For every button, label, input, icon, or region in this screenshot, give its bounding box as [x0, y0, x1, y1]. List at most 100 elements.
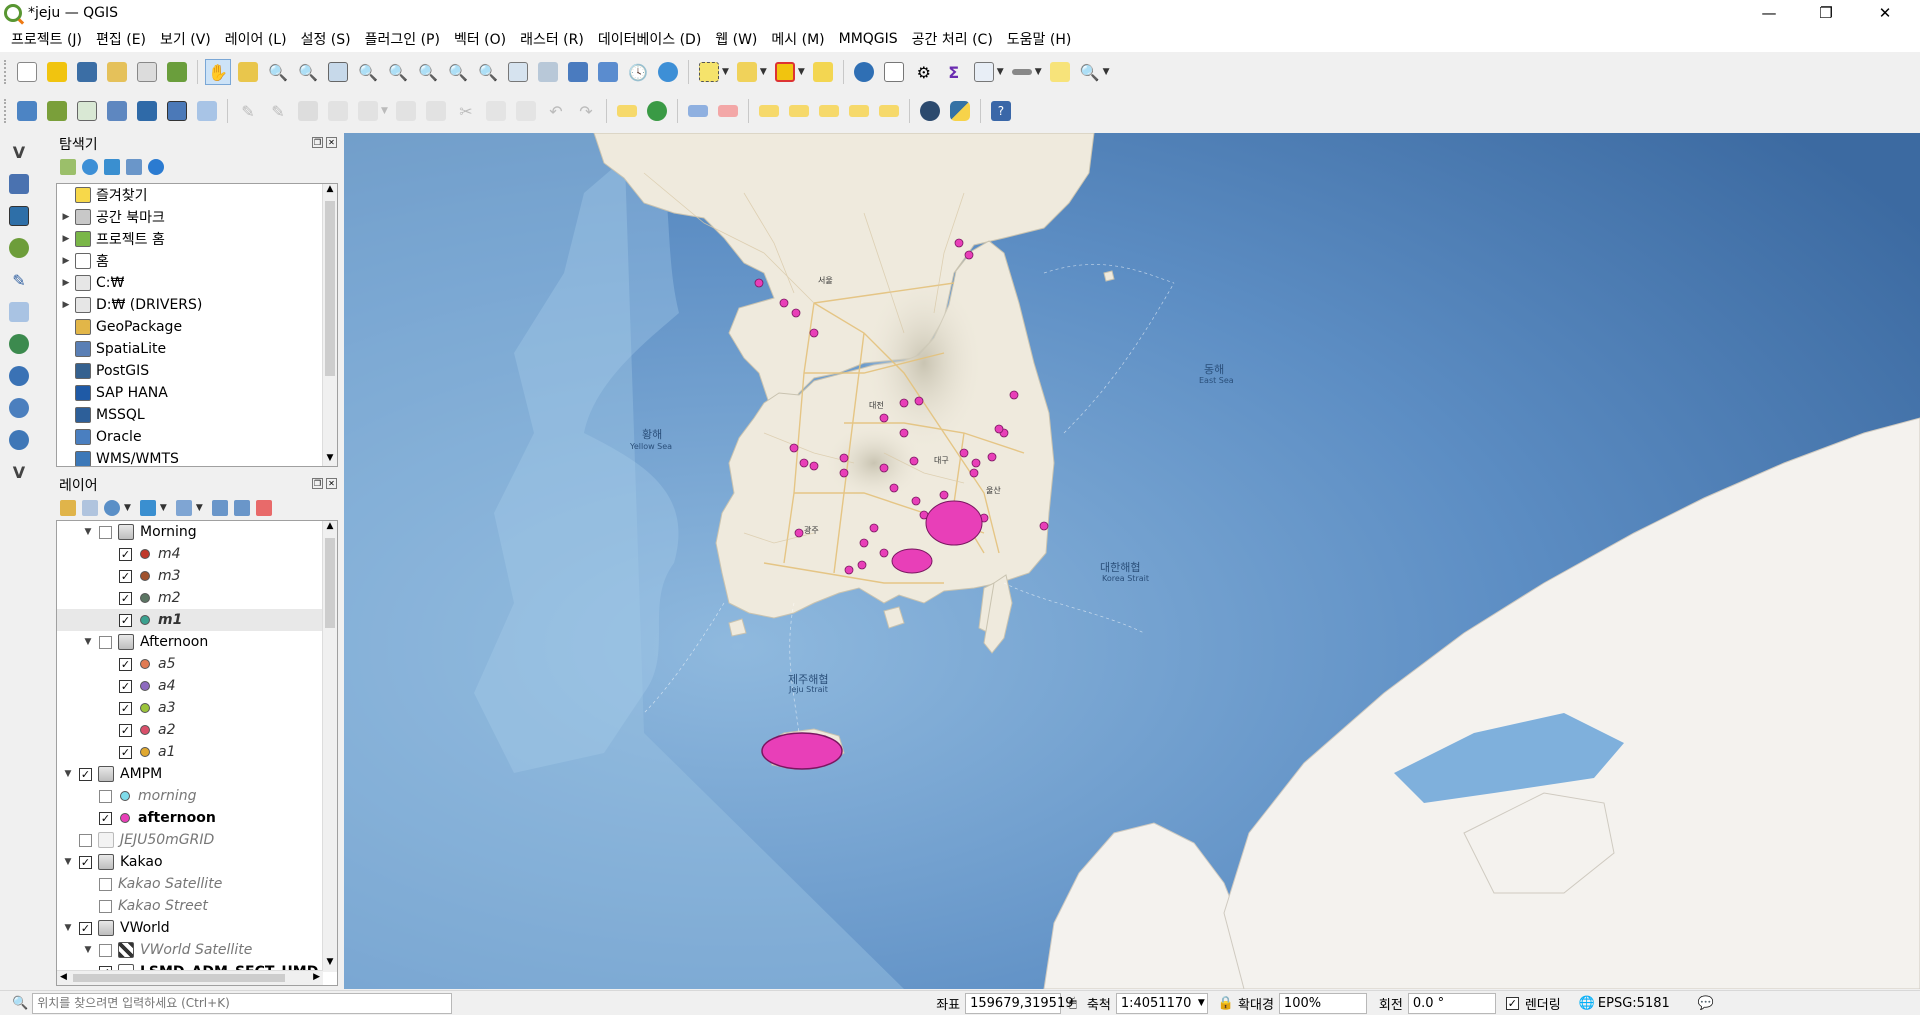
layer-item[interactable]: ▼ ✓ VWorld [57, 917, 337, 939]
layer-item[interactable]: ✓ a4 [57, 675, 337, 697]
new-map-view-icon[interactable] [505, 59, 531, 85]
layer-visibility-checkbox[interactable] [99, 899, 112, 913]
diagram-options-icon[interactable] [644, 98, 670, 124]
browser-item[interactable]: WMS/WMTS [57, 448, 337, 466]
rotate-label-icon[interactable] [846, 98, 872, 124]
manage-visibility-icon[interactable] [104, 500, 120, 516]
select-by-value-icon[interactable] [734, 59, 760, 85]
add-wfs-icon[interactable] [6, 331, 32, 357]
attribute-table-icon[interactable] [881, 59, 907, 85]
pan-hand-icon[interactable]: ✋ [205, 59, 231, 85]
layer-visibility-checkbox[interactable]: ✓ [119, 547, 132, 561]
menu-database[interactable]: 데이터베이스 (D) [591, 29, 708, 49]
locator-search-input[interactable] [32, 992, 453, 1014]
layer-visibility-checkbox[interactable] [99, 789, 112, 803]
magnifier-field[interactable]: 100% [1278, 992, 1367, 1014]
layer-visibility-checkbox[interactable]: ✓ [79, 921, 92, 935]
float-layers-icon[interactable]: ❐ [312, 478, 323, 489]
add-spatialite-icon[interactable]: ✎ [6, 267, 32, 293]
zoom-native-icon[interactable]: 🔍 [415, 59, 441, 85]
save-project-icon[interactable] [74, 59, 100, 85]
browser-item[interactable]: 즐겨찾기 [57, 184, 337, 206]
new-vector-layer-icon[interactable]: V [6, 459, 32, 485]
browser-item[interactable]: ▶ 프로젝트 홈 [57, 228, 337, 250]
add-delimited-text-icon[interactable]: V [6, 139, 32, 165]
layer-item[interactable]: JEJU50mGRID [57, 829, 337, 851]
coord-toggle-icon[interactable]: 🖱 [1069, 996, 1077, 1011]
add-vector-layer-icon[interactable] [14, 98, 40, 124]
browser-item[interactable]: Oracle [57, 426, 337, 448]
browser-item[interactable]: ▶ D:₩ (DRIVERS) [57, 294, 337, 316]
add-virtual-icon[interactable] [6, 299, 32, 325]
menu-view[interactable]: 보기 (V) [153, 29, 218, 49]
menu-mesh[interactable]: 메시 (M) [764, 29, 831, 49]
add-virtual-layer-icon[interactable] [194, 98, 220, 124]
locator-plugin-icon[interactable]: 🔍 [1077, 59, 1103, 85]
layer-visibility-checkbox[interactable] [79, 833, 92, 847]
statistics-sum-icon[interactable]: Σ [941, 59, 967, 85]
digitize-icon[interactable] [104, 98, 130, 124]
layer-item[interactable]: ✓ m1 [57, 609, 337, 631]
print-layout-icon[interactable] [134, 59, 160, 85]
browser-item[interactable]: ▶ 공간 북마크 [57, 206, 337, 228]
layer-visibility-checkbox[interactable]: ✓ [119, 723, 132, 737]
layer-item[interactable]: ▼ ✓ Kakao [57, 851, 337, 873]
add-selected-layers-icon[interactable] [60, 159, 76, 175]
pin-label-icon[interactable] [756, 98, 782, 124]
filter-legend-icon[interactable] [139, 500, 156, 516]
highlight-pinned-labels-icon[interactable] [685, 98, 711, 124]
lock-scale-icon[interactable]: 🔒 [1218, 996, 1234, 1011]
layer-visibility-checkbox[interactable]: ✓ [119, 745, 132, 759]
expand-arrow-icon[interactable]: ▼ [63, 923, 73, 933]
layer-visibility-checkbox[interactable]: ✓ [79, 855, 92, 869]
layer-item[interactable]: ✓ m3 [57, 565, 337, 587]
open-styling-icon[interactable] [60, 500, 76, 516]
add-gps-icon[interactable] [6, 235, 32, 261]
layer-item[interactable]: ✓ a3 [57, 697, 337, 719]
properties-icon[interactable] [148, 159, 164, 175]
quickmapservices-icon[interactable] [917, 98, 943, 124]
menu-vector[interactable]: 벡터 (O) [447, 29, 513, 49]
layer-visibility-checkbox[interactable] [99, 943, 112, 957]
zoom-selection-icon[interactable]: 🔍 [355, 59, 381, 85]
browser-scrollbar[interactable]: ▲ ▼ [322, 184, 337, 466]
zoom-full-icon[interactable] [325, 59, 351, 85]
expand-arrow-icon[interactable]: ▶ [61, 278, 71, 288]
menu-layer[interactable]: 레이어 (L) [218, 29, 294, 49]
show-bookmarks-icon[interactable] [595, 59, 621, 85]
zoom-out-icon[interactable]: 🔍 [295, 59, 321, 85]
zoom-last-icon[interactable]: 🔍 [445, 59, 471, 85]
menu-raster[interactable]: 래스터 (R) [513, 29, 591, 49]
layer-visibility-checkbox[interactable]: ✓ [99, 811, 112, 825]
processing-toolbox-icon[interactable]: ⚙ [911, 59, 937, 85]
layer-item[interactable]: Kakao Satellite [57, 873, 337, 895]
collapse-all-icon[interactable] [126, 159, 142, 175]
layer-visibility-checkbox[interactable] [99, 635, 112, 649]
layers-scrollbar[interactable]: ▲ ▼ [322, 521, 337, 972]
layers-hscrollbar[interactable]: ◀ ▶ [57, 970, 323, 985]
refresh-browser-icon[interactable] [82, 159, 98, 175]
filter-expression-icon[interactable] [175, 500, 192, 516]
rotation-field[interactable]: 0.0 ° [1407, 992, 1496, 1014]
expand-all-icon[interactable] [211, 500, 228, 516]
layer-item[interactable]: Kakao Street [57, 895, 337, 917]
menu-settings[interactable]: 설정 (S) [294, 29, 358, 49]
menu-web[interactable]: 웹 (W) [708, 29, 764, 49]
zoom-layer-icon[interactable]: 🔍 [385, 59, 411, 85]
expand-arrow-icon[interactable]: ▶ [61, 212, 71, 222]
close-button[interactable]: ✕ [1862, 0, 1908, 26]
add-group-icon[interactable] [82, 500, 98, 516]
identify-icon[interactable] [851, 59, 877, 85]
browser-item[interactable]: SpatiaLite [57, 338, 337, 360]
refresh-icon[interactable] [655, 59, 681, 85]
browser-item[interactable]: SAP HANA [57, 382, 337, 404]
layer-item[interactable]: morning [57, 785, 337, 807]
layer-item[interactable]: ▼ VWorld Satellite [57, 939, 337, 961]
layer-item[interactable]: ▼ ✓ AMPM [57, 763, 337, 785]
new-3d-view-icon[interactable] [535, 59, 561, 85]
new-bookmark-icon[interactable] [565, 59, 591, 85]
select-features-icon[interactable] [696, 59, 722, 85]
expand-arrow-icon[interactable]: ▼ [63, 769, 73, 779]
change-label-icon[interactable] [876, 98, 902, 124]
toggle-label-display-icon[interactable] [715, 98, 741, 124]
